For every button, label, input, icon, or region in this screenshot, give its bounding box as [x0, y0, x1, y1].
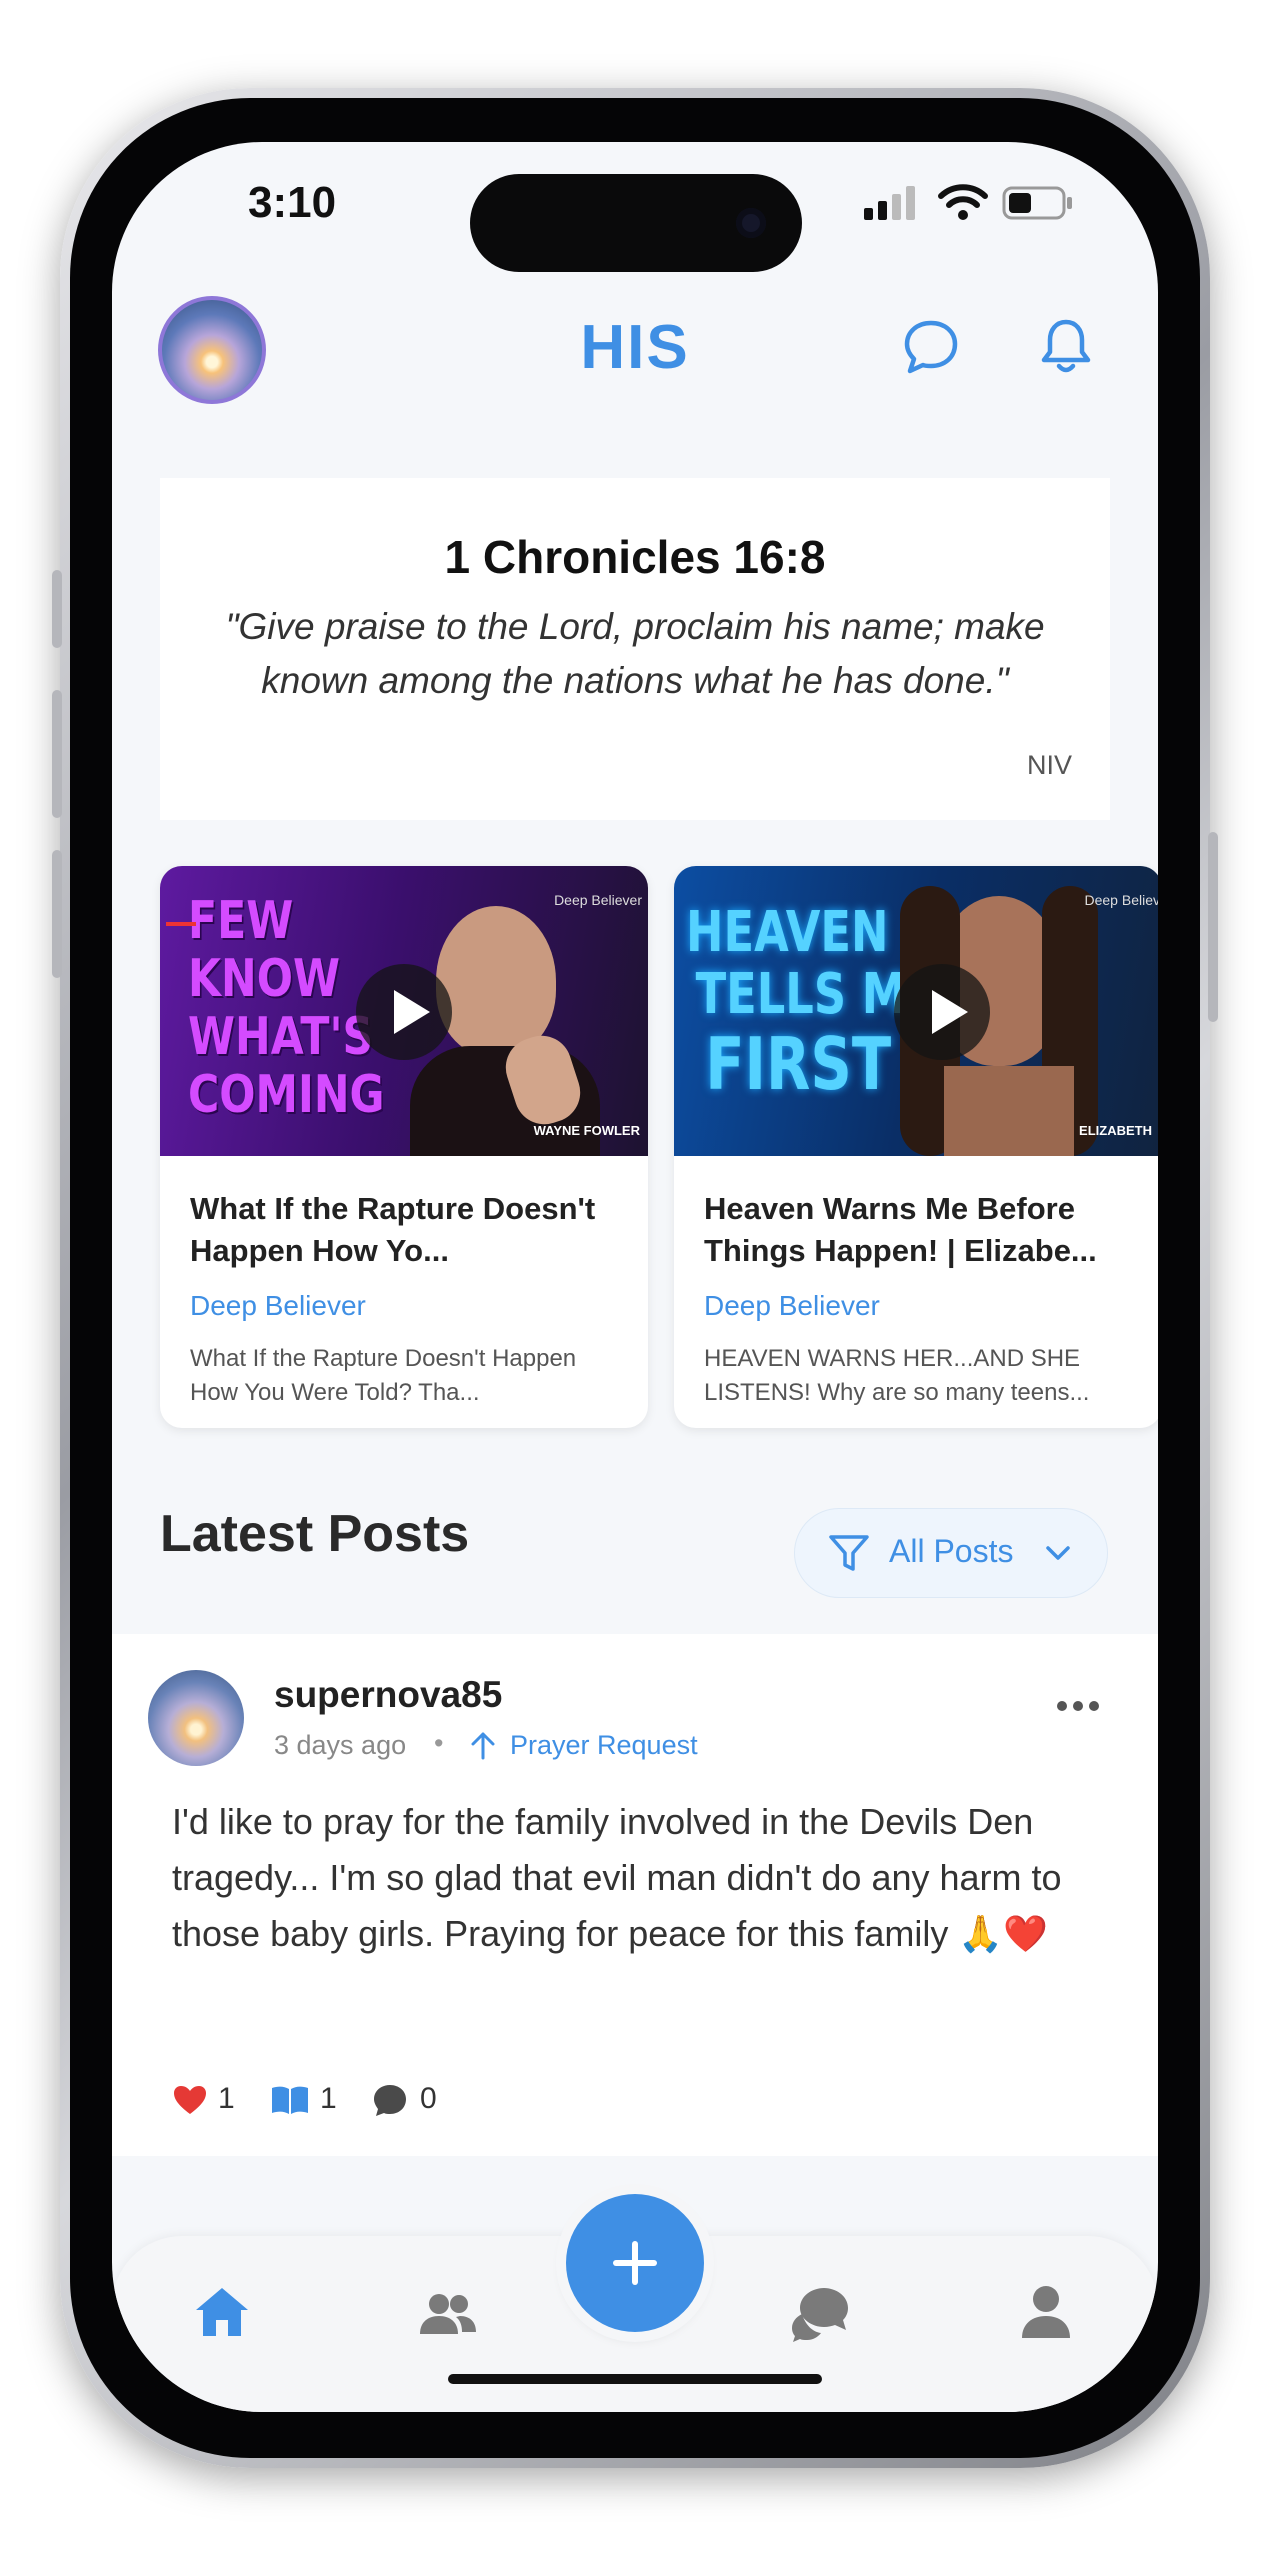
dynamic-island [470, 174, 802, 272]
more-options-icon[interactable] [1056, 1700, 1100, 1712]
comment-count: 0 [420, 2082, 437, 2115]
home-icon[interactable] [194, 2284, 250, 2338]
thumb-word: FEW [188, 891, 294, 951]
app-title: HIS [580, 313, 690, 382]
video-description: What If the Rapture Doesn't Happen How Y… [190, 1345, 577, 1406]
post-username[interactable]: supernova85 [274, 1674, 502, 1716]
cellular-signal-icon [864, 186, 915, 220]
verse-version: NIV [1026, 750, 1072, 780]
wifi-icon [938, 184, 988, 220]
play-icon[interactable] [356, 964, 452, 1060]
heart-icon[interactable] [172, 2084, 208, 2116]
home-indicator [448, 2374, 822, 2384]
verse-reference: 1 Chronicles 16:8 [444, 531, 826, 583]
filter-button[interactable]: All Posts [794, 1508, 1108, 1598]
post-author-avatar[interactable] [148, 1670, 244, 1766]
heart-count: 1 [218, 2082, 235, 2115]
comment-icon[interactable] [372, 2082, 408, 2118]
thumb-brand: Deep Believer [554, 892, 642, 908]
thumb-word: WHAT'S [188, 1007, 374, 1067]
battery-icon [1002, 186, 1072, 220]
verse-text: "Give praise to the Lord, proclaim his n… [225, 606, 1045, 701]
messages-icon[interactable] [790, 2286, 850, 2342]
bible-icon[interactable] [270, 2084, 310, 2116]
video-card[interactable]: FEW KNOW WHAT'S COMING Deep Believer WAY… [160, 866, 648, 1428]
video-card[interactable]: HEAVEN TELLS ME FIRST Deep Believ ELIZAB… [674, 866, 1158, 1428]
chevron-down-icon [1046, 1546, 1070, 1560]
thumb-word: KNOW [188, 949, 341, 1009]
video-thumbnail[interactable]: FEW KNOW WHAT'S COMING Deep Believer WAY… [160, 866, 648, 1156]
arrow-graphic [166, 922, 196, 926]
people-icon[interactable] [418, 2292, 478, 2336]
power-button [1208, 832, 1218, 1022]
arrow-up-icon [471, 1732, 495, 1760]
video-title[interactable]: Heaven Warns Me Before Things Happen! | … [704, 1188, 1144, 1272]
mute-switch [52, 570, 62, 648]
bell-icon[interactable] [1040, 316, 1092, 376]
person-icon[interactable] [1020, 2284, 1072, 2340]
thumb-name: ELIZABETH [1079, 1123, 1152, 1138]
post-timestamp: 3 days ago [274, 1730, 407, 1760]
app-screen: 3:10 HIS 1 Chronicles 16:8 "Give praise … [112, 142, 1158, 2412]
thumb-word: COMING [188, 1065, 385, 1125]
video-thumbnail[interactable]: HEAVEN TELLS ME FIRST Deep Believ ELIZAB… [674, 866, 1158, 1156]
chat-icon[interactable] [902, 318, 960, 376]
post-card[interactable]: supernova85 3 days ago • Prayer Request … [112, 1634, 1158, 2156]
meta-separator: • [434, 1728, 444, 1758]
volume-up-button [52, 690, 62, 818]
presenter-body [944, 1066, 1074, 1156]
bible-count: 1 [320, 2082, 337, 2115]
thumb-brand: Deep Believ [1084, 892, 1159, 908]
play-icon[interactable] [894, 964, 990, 1060]
video-channel[interactable]: Deep Believer [704, 1290, 880, 1322]
video-title[interactable]: What If the Rapture Doesn't Happen How Y… [190, 1188, 630, 1272]
verse-of-the-day-card[interactable]: 1 Chronicles 16:8 "Give praise to the Lo… [160, 478, 1110, 820]
post-body: I'd like to pray for the family involved… [172, 1801, 1062, 1954]
filter-icon [829, 1535, 869, 1571]
video-description: HEAVEN WARNS HER...AND SHE LISTENS! Why … [704, 1345, 1090, 1406]
presenter-face [436, 906, 556, 1056]
create-post-button[interactable] [566, 2194, 704, 2332]
latest-posts-heading: Latest Posts [160, 1505, 470, 1563]
volume-down-button [52, 850, 62, 978]
video-channel[interactable]: Deep Believer [190, 1290, 366, 1322]
filter-label: All Posts [889, 1533, 1014, 1569]
status-time: 3:10 [248, 178, 337, 227]
thumb-name: WAYNE FOWLER [533, 1123, 640, 1138]
post-category[interactable]: Prayer Request [510, 1730, 698, 1761]
